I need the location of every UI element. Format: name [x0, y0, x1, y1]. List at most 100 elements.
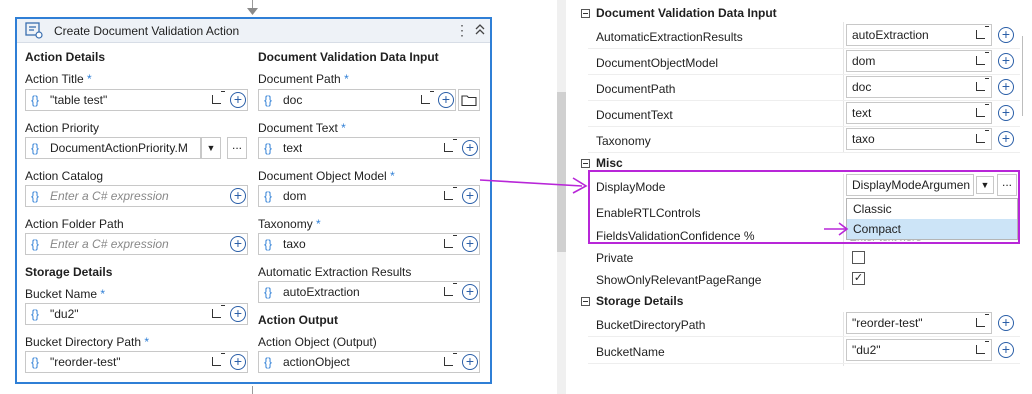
private-checkbox[interactable]: [852, 251, 865, 264]
taxonomy-field[interactable]: {} taxo +: [258, 233, 480, 255]
field-value: autoExtraction: [283, 285, 360, 299]
group-storage-details[interactable]: Storage Details: [581, 294, 683, 308]
expand-editor-icon[interactable]: [976, 314, 989, 327]
show-only-relevant-page-range-checkbox[interactable]: ✓: [852, 272, 865, 285]
document-text-field[interactable]: {} text +: [258, 137, 480, 159]
action-folder-path-field[interactable]: {} Enter a C# expression +: [25, 233, 248, 255]
action-title-label: Action Title *: [25, 72, 92, 86]
prop-value-field[interactable]: "du2": [846, 339, 992, 361]
group-misc[interactable]: Misc: [581, 156, 623, 170]
add-variable-icon[interactable]: +: [462, 284, 478, 300]
automatic-extraction-results-field[interactable]: {} autoExtraction +: [258, 281, 480, 303]
expand-editor-icon[interactable]: [444, 187, 457, 200]
field-value: dom: [283, 189, 307, 203]
document-path-field[interactable]: {} doc +: [258, 89, 456, 111]
expand-editor-icon[interactable]: [421, 91, 434, 104]
annotation-arrow-small-icon: [824, 222, 849, 236]
action-priority-field[interactable]: {} DocumentActionPriority.M: [25, 137, 201, 159]
section-storage-details: Storage Details: [25, 265, 113, 279]
collapse-toggle-icon[interactable]: [581, 159, 590, 168]
add-variable-icon[interactable]: +: [998, 27, 1014, 43]
prop-value-field[interactable]: autoExtraction: [846, 24, 992, 46]
group-document-validation-data-input[interactable]: Document Validation Data Input: [581, 6, 777, 20]
add-variable-icon[interactable]: +: [230, 354, 246, 370]
expression-brace-icon: {}: [264, 355, 273, 369]
flow-arrow-icon: [247, 8, 258, 15]
expression-brace-icon: {}: [31, 93, 40, 107]
collapse-icon[interactable]: [474, 23, 486, 37]
expand-editor-icon[interactable]: [212, 305, 225, 318]
prop-bucket-name: BucketName: [596, 345, 665, 359]
expand-editor-icon[interactable]: [976, 52, 989, 65]
add-variable-icon[interactable]: +: [462, 140, 478, 156]
collapse-toggle-icon[interactable]: [581, 297, 590, 306]
prop-document-text: DocumentText: [596, 108, 673, 122]
field-value: DocumentActionPriority.M: [50, 141, 188, 155]
expand-editor-icon[interactable]: [444, 353, 457, 366]
kebab-menu-icon[interactable]: ⋮: [455, 23, 469, 37]
taxonomy-label: Taxonomy *: [258, 217, 321, 231]
add-variable-icon[interactable]: +: [998, 342, 1014, 358]
document-object-model-label: Document Object Model *: [258, 169, 395, 183]
expand-editor-icon[interactable]: [976, 26, 989, 39]
collapse-toggle-icon[interactable]: [581, 9, 590, 18]
automatic-extraction-results-label: Automatic Extraction Results: [258, 265, 412, 279]
field-placeholder: Enter a C# expression: [50, 237, 169, 251]
field-placeholder: Enter a C# expression: [50, 189, 169, 203]
annotation-arrow-icon: [479, 177, 588, 194]
add-variable-icon[interactable]: +: [230, 92, 246, 108]
add-variable-icon[interactable]: +: [998, 53, 1014, 69]
priority-dropdown-button[interactable]: ▼: [201, 137, 221, 159]
add-variable-icon[interactable]: +: [462, 188, 478, 204]
expand-editor-icon[interactable]: [976, 341, 989, 354]
document-text-label: Document Text *: [258, 121, 346, 135]
activity-header[interactable]: Create Document Validation Action ⋮: [17, 19, 490, 43]
action-catalog-field[interactable]: {} Enter a C# expression +: [25, 185, 248, 207]
action-title-field[interactable]: {} "table test" +: [25, 89, 248, 111]
add-variable-icon[interactable]: +: [230, 236, 246, 252]
document-object-model-field[interactable]: {} dom +: [258, 185, 480, 207]
action-priority-label: Action Priority: [25, 121, 100, 135]
field-value: actionObject: [283, 355, 350, 369]
expression-brace-icon: {}: [264, 285, 273, 299]
bucket-directory-path-field[interactable]: {} "reorder-test" +: [25, 351, 248, 373]
expand-editor-icon[interactable]: [976, 78, 989, 91]
add-variable-icon[interactable]: +: [230, 188, 246, 204]
annotation-highlight-box: [588, 170, 1020, 244]
field-value: "table test": [50, 93, 108, 107]
expression-brace-icon: {}: [264, 93, 273, 107]
field-value: doc: [283, 93, 303, 107]
expand-editor-icon[interactable]: [212, 91, 225, 104]
expand-editor-icon[interactable]: [444, 283, 457, 296]
add-variable-icon[interactable]: +: [462, 354, 478, 370]
prop-value-field[interactable]: dom: [846, 50, 992, 72]
prop-value-field[interactable]: taxo: [846, 128, 992, 150]
priority-more-button[interactable]: ...: [227, 137, 247, 159]
add-variable-icon[interactable]: +: [998, 131, 1014, 147]
add-variable-icon[interactable]: +: [230, 306, 246, 322]
add-variable-icon[interactable]: +: [998, 315, 1014, 331]
prop-value-field[interactable]: "reorder-test": [846, 312, 992, 334]
action-object-output-field[interactable]: {} actionObject +: [258, 351, 480, 373]
expand-editor-icon[interactable]: [444, 139, 457, 152]
browse-folder-icon[interactable]: [458, 89, 480, 111]
expression-brace-icon: {}: [264, 141, 273, 155]
action-object-output-label: Action Object (Output): [258, 335, 377, 349]
expand-editor-icon[interactable]: [976, 104, 989, 117]
field-value: "reorder-test": [50, 355, 121, 369]
prop-bucket-directory-path: BucketDirectoryPath: [596, 318, 706, 332]
expand-editor-icon[interactable]: [212, 353, 225, 366]
flow-connector-bottom: [252, 386, 253, 394]
add-variable-icon[interactable]: +: [998, 105, 1014, 121]
add-variable-icon[interactable]: +: [998, 79, 1014, 95]
document-path-label: Document Path *: [258, 72, 349, 86]
prop-value-field[interactable]: doc: [846, 76, 992, 98]
add-variable-icon[interactable]: +: [438, 92, 454, 108]
expression-brace-icon: {}: [264, 189, 273, 203]
expand-editor-icon[interactable]: [976, 130, 989, 143]
add-variable-icon[interactable]: +: [462, 236, 478, 252]
section-action-details: Action Details: [25, 50, 106, 64]
expand-editor-icon[interactable]: [444, 235, 457, 248]
bucket-name-field[interactable]: {} "du2" +: [25, 303, 248, 325]
prop-value-field[interactable]: text: [846, 102, 992, 124]
